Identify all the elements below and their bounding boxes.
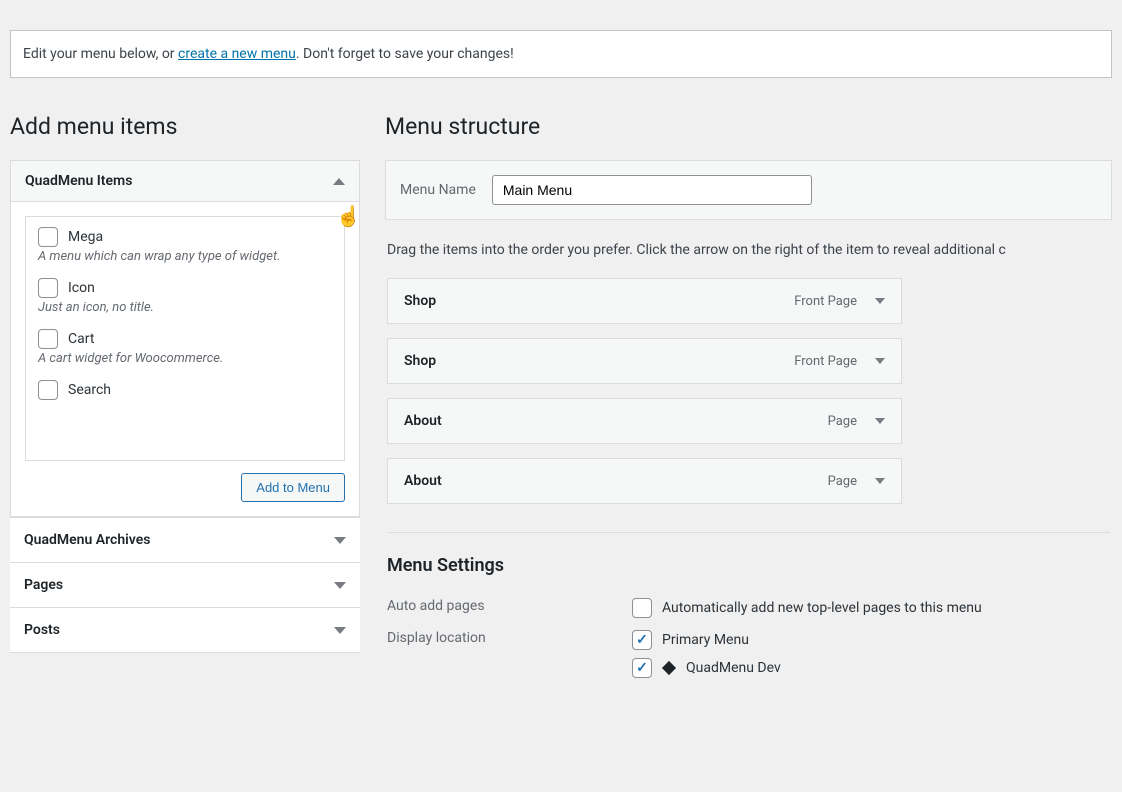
list-item: Search (38, 380, 332, 400)
checkbox-cart[interactable] (38, 329, 58, 349)
chevron-down-icon (334, 627, 346, 634)
chevron-up-icon (333, 178, 345, 185)
chevron-down-icon[interactable] (875, 298, 885, 304)
add-to-menu-button[interactable]: Add to Menu (241, 473, 345, 502)
chevron-down-icon[interactable] (875, 478, 885, 484)
quadmenu-items-panel: QuadMenu Items Mega A menu which can wra… (10, 160, 360, 517)
quadmenu-items-header[interactable]: QuadMenu Items (11, 161, 359, 202)
menu-name-label: Menu Name (400, 182, 476, 198)
menu-structure-title: Menu structure (385, 113, 1112, 140)
menu-item[interactable]: About Page (387, 398, 902, 444)
menu-name-row: Menu Name (385, 160, 1112, 220)
menu-item[interactable]: Shop Front Page (387, 278, 902, 324)
checkbox-mega[interactable] (38, 227, 58, 247)
auto-add-checkbox[interactable] (632, 598, 652, 618)
menu-item[interactable]: About Page (387, 458, 902, 504)
quadmenu-items-list[interactable]: Mega A menu which can wrap any type of w… (25, 216, 345, 461)
list-item: Cart A cart widget for Woocommerce. (38, 329, 332, 366)
primary-menu-checkbox[interactable] (632, 630, 652, 650)
notice-text: Edit your menu below, or (23, 46, 178, 62)
posts-header[interactable]: Posts (10, 607, 360, 653)
display-location-label: Display location (387, 630, 632, 678)
quadmenu-archives-header[interactable]: QuadMenu Archives (10, 517, 360, 562)
auto-add-label: Auto add pages (387, 598, 632, 618)
create-menu-link[interactable]: create a new menu (178, 46, 296, 62)
menu-settings-title: Menu Settings (387, 533, 1110, 592)
checkbox-icon[interactable] (38, 278, 58, 298)
add-menu-items-title: Add menu items (10, 113, 360, 140)
checkbox-search[interactable] (38, 380, 58, 400)
notice: Edit your menu below, or create a new me… (10, 30, 1112, 78)
notice-suffix: . Don't forget to save your changes! (296, 46, 514, 62)
pages-header[interactable]: Pages (10, 562, 360, 607)
chevron-down-icon[interactable] (875, 358, 885, 364)
list-item: Mega A menu which can wrap any type of w… (38, 227, 332, 264)
menu-name-input[interactable] (492, 175, 812, 205)
quadmenu-dev-checkbox[interactable] (632, 658, 652, 678)
chevron-down-icon (334, 537, 346, 544)
drag-instructions: Drag the items into the order you prefer… (387, 220, 1110, 278)
list-item: Icon Just an icon, no title. (38, 278, 332, 315)
diamond-icon (662, 661, 676, 675)
menu-item[interactable]: Shop Front Page (387, 338, 902, 384)
chevron-down-icon (334, 582, 346, 589)
chevron-down-icon[interactable] (875, 418, 885, 424)
